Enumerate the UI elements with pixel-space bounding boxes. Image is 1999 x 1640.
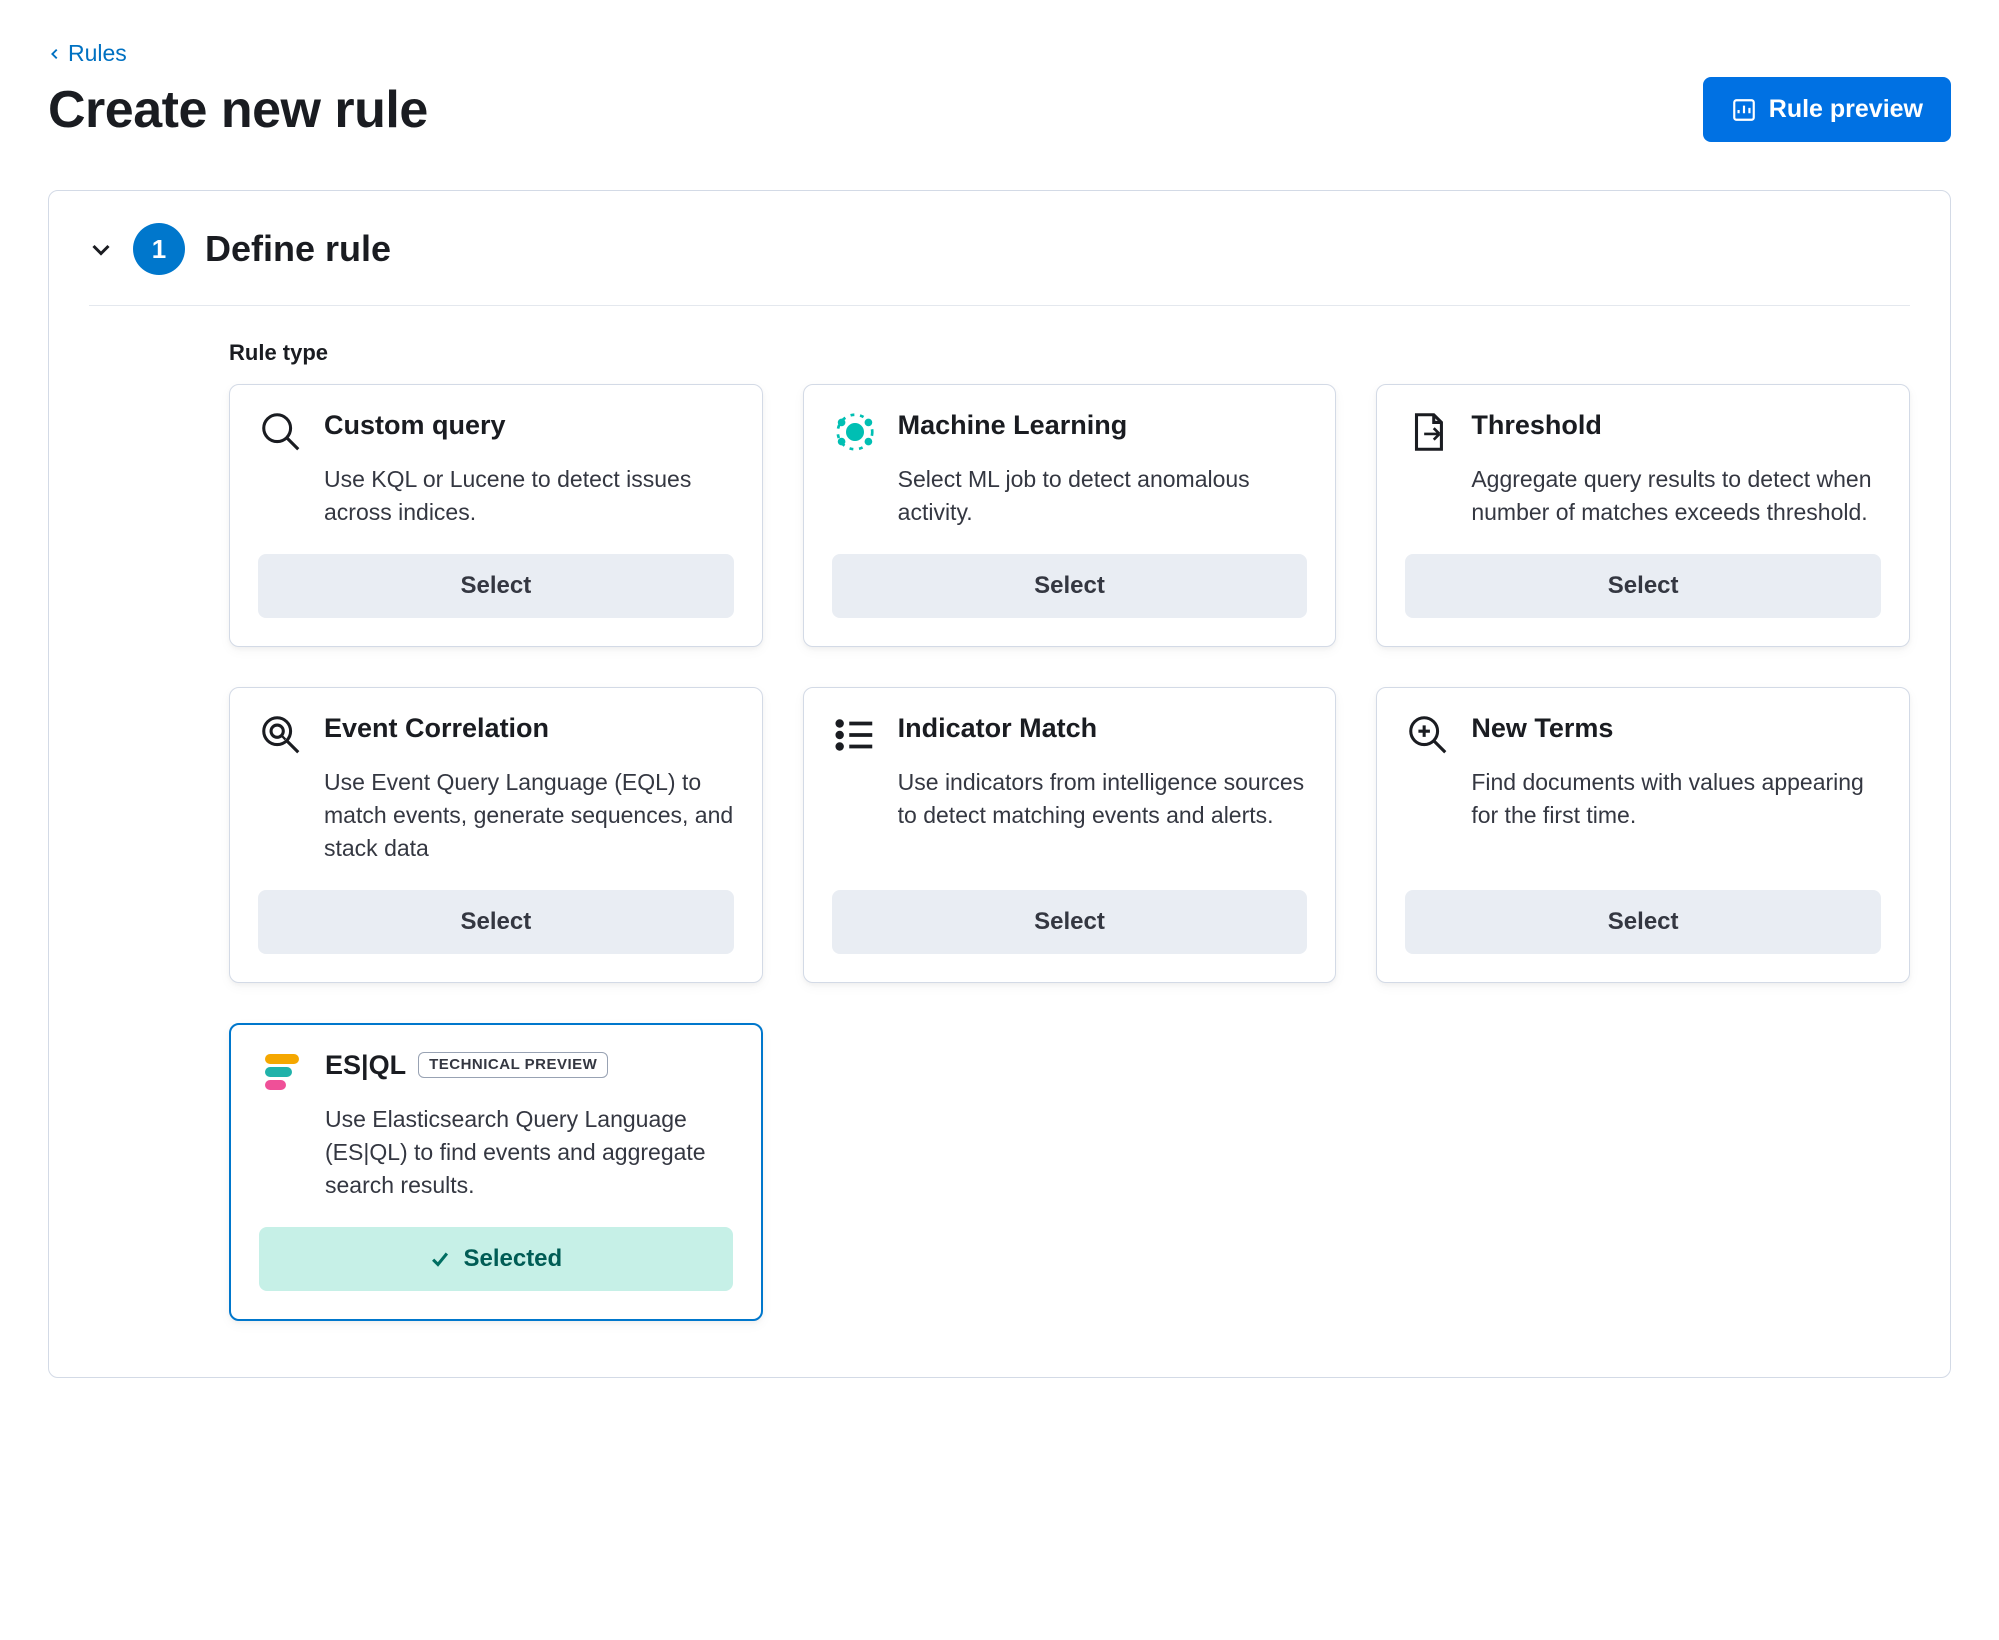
card-desc: Aggregate query results to detect when n…: [1471, 463, 1881, 530]
card-threshold: Threshold Aggregate query results to det…: [1376, 384, 1910, 647]
select-indicator-button[interactable]: Select: [832, 890, 1308, 954]
card-title: Indicator Match: [898, 712, 1098, 744]
step-number-badge: 1: [133, 223, 185, 275]
selected-label: Selected: [463, 1245, 562, 1273]
rule-preview-label: Rule preview: [1769, 95, 1923, 124]
select-new-terms-button[interactable]: Select: [1405, 890, 1881, 954]
breadcrumb-label: Rules: [68, 40, 127, 67]
define-rule-panel: 1 Define rule Rule type Custom query Use…: [48, 190, 1951, 1378]
card-desc: Use indicators from intelligence sources…: [898, 766, 1308, 866]
rule-type-label: Rule type: [229, 340, 1910, 366]
card-title-text: ES|QL: [325, 1049, 406, 1081]
card-title: New Terms: [1471, 712, 1613, 744]
page-title: Create new rule: [48, 80, 428, 140]
select-custom-query-button[interactable]: Select: [258, 554, 734, 618]
select-eql-button[interactable]: Select: [258, 890, 734, 954]
select-threshold-button[interactable]: Select: [1405, 554, 1881, 618]
step-number: 1: [152, 234, 166, 265]
card-desc: Use Event Query Language (EQL) to match …: [324, 766, 734, 866]
card-indicator-match: Indicator Match Use indicators from inte…: [803, 687, 1337, 983]
rule-type-cards: Custom query Use KQL or Lucene to detect…: [229, 384, 1910, 1321]
card-title: Event Correlation: [324, 712, 549, 744]
check-icon: [429, 1248, 451, 1270]
ml-icon: [832, 409, 878, 455]
card-title: ES|QL TECHNICAL PREVIEW: [325, 1049, 608, 1081]
card-machine-learning: Machine Learning Select ML job to detect…: [803, 384, 1337, 647]
chart-preview-icon: [1731, 97, 1757, 123]
card-event-correlation: Event Correlation Use Event Query Langua…: [229, 687, 763, 983]
chevron-down-icon[interactable]: [89, 237, 113, 261]
zoom-in-icon: [1405, 712, 1451, 758]
card-esql: ES|QL TECHNICAL PREVIEW Use Elasticsearc…: [229, 1023, 763, 1321]
card-desc: Use KQL or Lucene to detect issues acros…: [324, 463, 734, 530]
breadcrumb-rules[interactable]: Rules: [48, 40, 127, 67]
card-title: Threshold: [1471, 409, 1602, 441]
list-icon: [832, 712, 878, 758]
zoom-search-icon: [258, 712, 304, 758]
card-desc: Select ML job to detect anomalous activi…: [898, 463, 1308, 530]
search-icon: [258, 409, 304, 455]
select-ml-button[interactable]: Select: [832, 554, 1308, 618]
card-title: Custom query: [324, 409, 506, 441]
card-title: Machine Learning: [898, 409, 1128, 441]
select-esql-button[interactable]: Selected: [259, 1227, 733, 1291]
card-new-terms: New Terms Find documents with values app…: [1376, 687, 1910, 983]
document-next-icon: [1405, 409, 1451, 455]
card-custom-query: Custom query Use KQL or Lucene to detect…: [229, 384, 763, 647]
rule-preview-button[interactable]: Rule preview: [1703, 77, 1951, 142]
card-desc: Find documents with values appearing for…: [1471, 766, 1881, 866]
technical-preview-badge: TECHNICAL PREVIEW: [418, 1052, 608, 1078]
card-desc: Use Elasticsearch Query Language (ES|QL)…: [325, 1103, 733, 1203]
step-title: Define rule: [205, 228, 391, 270]
step-header: 1 Define rule: [89, 223, 1910, 306]
chevron-left-icon: [48, 47, 62, 61]
esql-icon: [259, 1049, 305, 1095]
